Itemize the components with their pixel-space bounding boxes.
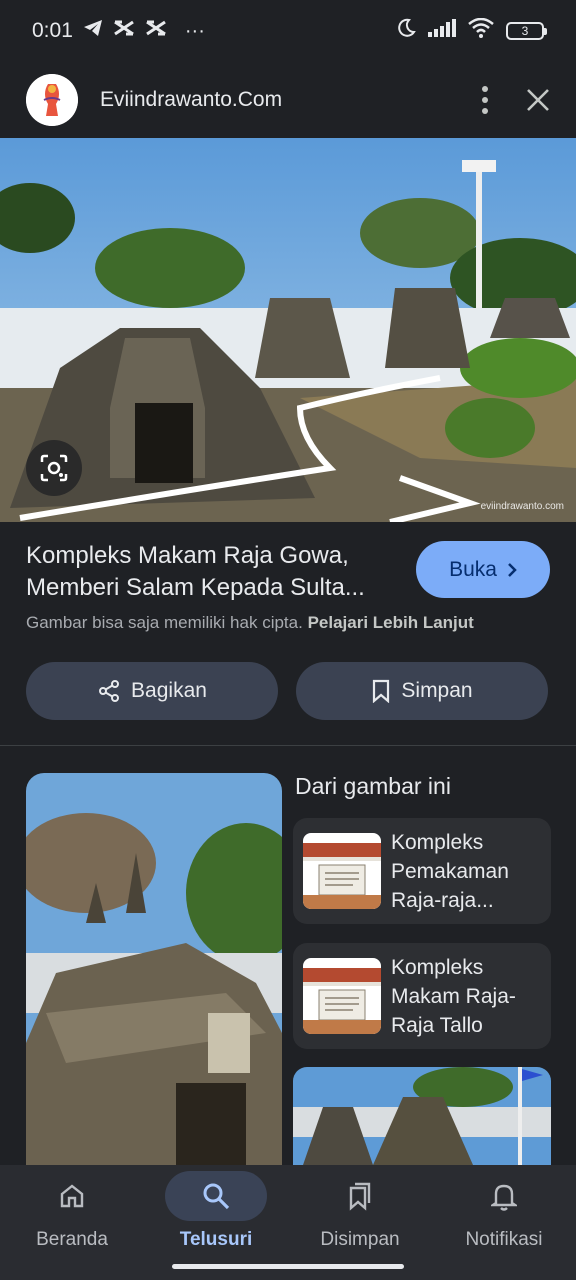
nav-notifications-label: Notifikasi (465, 1229, 543, 1250)
status-bar: 0:01 ··· 3 (0, 0, 576, 62)
share-icon (99, 680, 120, 702)
nav-search[interactable]: Telusuri (144, 1165, 288, 1280)
telegram-icon (83, 19, 103, 43)
open-button[interactable]: Buka (416, 541, 550, 598)
share-button[interactable]: Bagikan (26, 662, 278, 720)
wifi-icon (468, 17, 494, 44)
tomb-closeup-photo (26, 773, 282, 1165)
capcut-icon (113, 19, 135, 43)
site-name: Eviindrawanto.Com (100, 88, 283, 111)
building-thumb (303, 958, 381, 1034)
header: Eviindrawanto.Com (0, 62, 576, 138)
save-button[interactable]: Simpan (296, 662, 548, 720)
result-title-row: Kompleks Makam Raja Gowa, Memberi Salam … (26, 540, 556, 604)
tomb-thumb-photo (293, 1067, 551, 1165)
related-thumb-2 (303, 958, 381, 1034)
related-item-2[interactable]: Kompleks Makam Raja-Raja Tallo (293, 943, 551, 1049)
close-button[interactable] (526, 88, 550, 112)
capcut-icon-2 (145, 19, 167, 43)
tomb-complex-photo (0, 138, 576, 522)
bookmark-icon (373, 679, 390, 703)
logo-graphic (26, 74, 78, 126)
chevron-right-icon (508, 562, 517, 577)
copyright-notice: Gambar bisa saja memiliki hak cipta. Pel… (26, 613, 474, 633)
status-time: 0:01 (32, 19, 73, 42)
nav-notifications[interactable]: Notifikasi (432, 1165, 576, 1280)
battery-icon: 3 (506, 22, 547, 40)
home-icon (60, 1184, 84, 1208)
lens-icon (40, 454, 68, 482)
related-thumb-1 (303, 833, 381, 909)
moon-icon (396, 18, 416, 44)
lens-search-button[interactable] (26, 440, 82, 496)
more-notifications-icon: ··· (184, 19, 205, 42)
close-icon (527, 89, 549, 111)
related-item-2-label: Kompleks Makam Raja-Raja Tallo (391, 955, 516, 1037)
nav-saved-label: Disimpan (320, 1229, 400, 1250)
nav-home[interactable]: Beranda (0, 1165, 144, 1280)
nav-home-icon-wrap (21, 1171, 123, 1221)
nav-search-label: Telusuri (179, 1229, 253, 1250)
related-main-image[interactable] (26, 773, 282, 1165)
nav-saved[interactable]: Disimpan (288, 1165, 432, 1280)
status-left: 0:01 ··· (32, 19, 205, 43)
result-image[interactable]: eviindrawanto.com (0, 138, 576, 522)
learn-more-link[interactable]: Pelajari Lebih Lanjut (308, 613, 474, 632)
share-label: Bagikan (131, 679, 207, 702)
bottom-nav: Beranda Telusuri Disimpan Notifikasi (0, 1165, 576, 1280)
copyright-text: Gambar bisa saja memiliki hak cipta. (26, 613, 303, 632)
related-item-1[interactable]: Kompleks Pemakaman Raja-raja... (293, 818, 551, 924)
status-right: 3 (396, 17, 547, 44)
section-title: Dari gambar ini (295, 773, 451, 799)
site-logo[interactable] (26, 74, 78, 126)
gesture-bar[interactable] (172, 1264, 404, 1269)
more-options-button[interactable] (482, 86, 488, 114)
related-item-1-label: Kompleks Pemakaman Raja-raja... (391, 830, 509, 912)
nav-home-label: Beranda (36, 1229, 108, 1250)
bell-icon (491, 1184, 517, 1211)
nav-notifications-icon-wrap (453, 1171, 555, 1221)
search-icon (203, 1183, 230, 1210)
divider (0, 745, 576, 746)
result-title[interactable]: Kompleks Makam Raja Gowa, Memberi Salam … (26, 540, 398, 604)
signal-icon (428, 19, 456, 43)
open-button-label: Buka (449, 557, 497, 581)
more-vert-icon (482, 86, 488, 114)
save-label: Simpan (401, 679, 473, 702)
nav-saved-icon-wrap (309, 1171, 411, 1221)
header-actions (482, 86, 550, 114)
related-item-3[interactable] (293, 1067, 551, 1165)
bookmarks-icon (349, 1182, 371, 1211)
image-watermark: eviindrawanto.com (480, 501, 564, 512)
nav-search-icon-wrap (165, 1171, 267, 1221)
building-thumb (303, 833, 381, 909)
battery-level: 3 (521, 24, 529, 38)
